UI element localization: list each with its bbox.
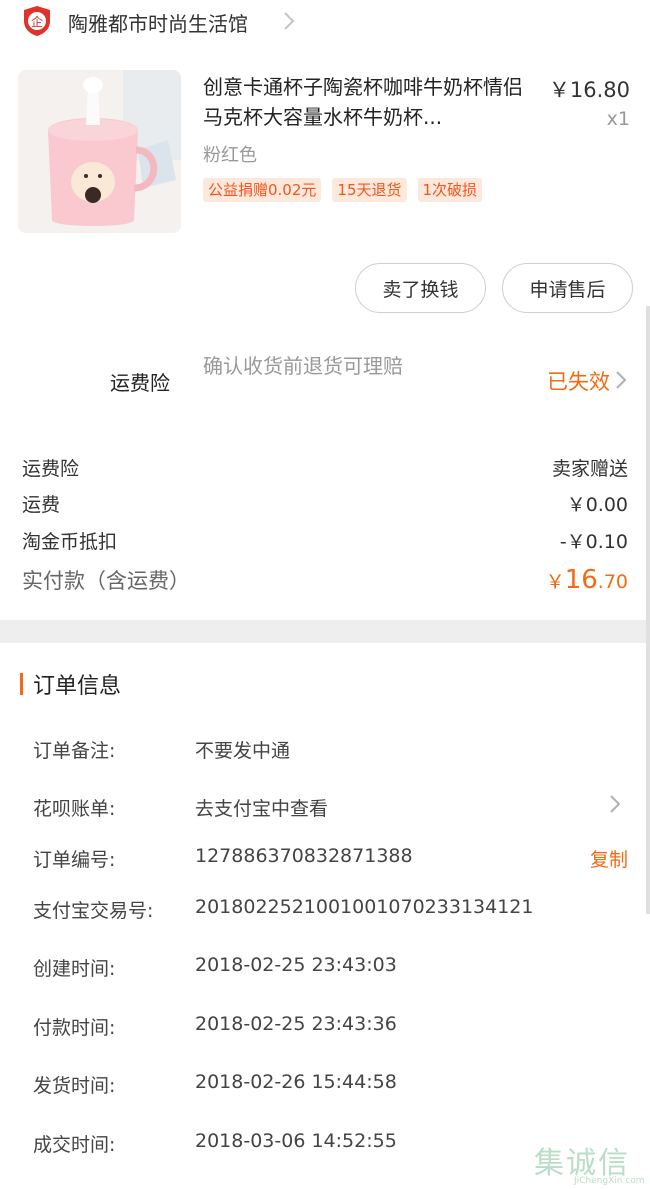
info-key: 发货时间: [33,1075,116,1097]
product-quantity: x1 [606,108,630,130]
info-value[interactable]: 去支付宝中查看 [195,794,328,821]
info-value: 不要发中通 [195,740,291,762]
product-title[interactable]: 创意卡通杯子陶瓷杯咖啡牛奶杯情侣马克杯大容量水杯牛奶杯... [203,72,537,132]
copy-button[interactable]: 复制 [590,845,628,872]
fee-value: 卖家赠送 [551,458,628,480]
info-key: 订单备注: [33,740,116,762]
info-key: 支付宝交易号: [33,900,154,922]
watermark-en: JiChengXin.com [574,1176,645,1186]
insurance-label: 运费险 [110,371,170,395]
info-value: 2018022521001001070233134121 [195,896,534,918]
order-info-title: 订单信息 [33,674,122,699]
info-value: 127886370832871388 [195,845,413,867]
chevron-right-icon [616,371,627,389]
fee-value: ￥0.00 [566,494,628,516]
chevron-right-icon [284,12,295,30]
service-tags: 公益捐赠0.02元 15天退货 1次破损 [203,178,483,202]
product-price: ￥16.80 [548,78,630,102]
info-key: 成交时间: [33,1134,116,1156]
total-paid-row: 实付款（含运费） ￥16.70 [22,565,628,595]
tag-return[interactable]: 15天退货 [332,178,407,202]
scrollbar[interactable] [646,306,650,914]
info-key: 花呗账单: [33,798,116,820]
total-integer: 16 [564,565,598,595]
fee-row-coin-discount: 淘金币抵扣 -￥0.10 [22,527,628,554]
accent-bar [20,673,23,695]
shop-name[interactable]: 陶雅都市时尚生活馆 [68,8,248,37]
svg-text:企: 企 [31,14,43,29]
tag-breakage[interactable]: 1次破损 [417,178,483,202]
tag-charity[interactable]: 公益捐赠0.02元 [203,178,322,202]
shop-header[interactable]: 企 陶雅都市时尚生活馆 [0,0,650,44]
section-divider [0,620,650,643]
info-value: 2018-03-06 14:52:55 [195,1130,397,1152]
after-sale-button[interactable]: 申请售后 [502,263,633,313]
info-value: 2018-02-26 15:44:58 [195,1071,397,1093]
insurance-description: 确认收货前退货可理赔 [203,354,403,378]
fee-value: -￥0.10 [559,531,628,553]
total-currency: ￥ [545,571,565,593]
fee-label: 运费险 [22,458,80,480]
info-value: 2018-02-25 23:43:03 [195,954,397,976]
fee-label: 淘金币抵扣 [22,531,118,553]
total-decimal: .70 [597,571,628,593]
shop-badge-icon: 企 [24,6,50,36]
mug-illustration [18,70,181,233]
fee-label: 运费 [22,494,61,516]
product-variant: 粉红色 [203,145,257,166]
fee-row-insurance: 运费险 卖家赠送 [22,454,628,481]
info-key: 创建时间: [33,958,116,980]
total-label: 实付款（含运费） [22,569,190,593]
total-amount: ￥16.70 [546,565,628,595]
order-info-heading: 订单信息 [20,668,121,700]
info-key: 付款时间: [33,1017,116,1039]
info-key: 订单编号: [33,849,116,871]
insurance-status[interactable]: 已失效 [547,366,610,396]
product-image[interactable] [18,70,181,233]
info-value: 2018-02-25 23:43:36 [195,1013,397,1035]
chevron-right-icon [610,795,621,813]
sell-button[interactable]: 卖了换钱 [355,263,486,313]
fee-row-shipping: 运费 ￥0.00 [22,490,628,517]
watermark: 集诚信 JiChengXin.com [534,1138,645,1186]
